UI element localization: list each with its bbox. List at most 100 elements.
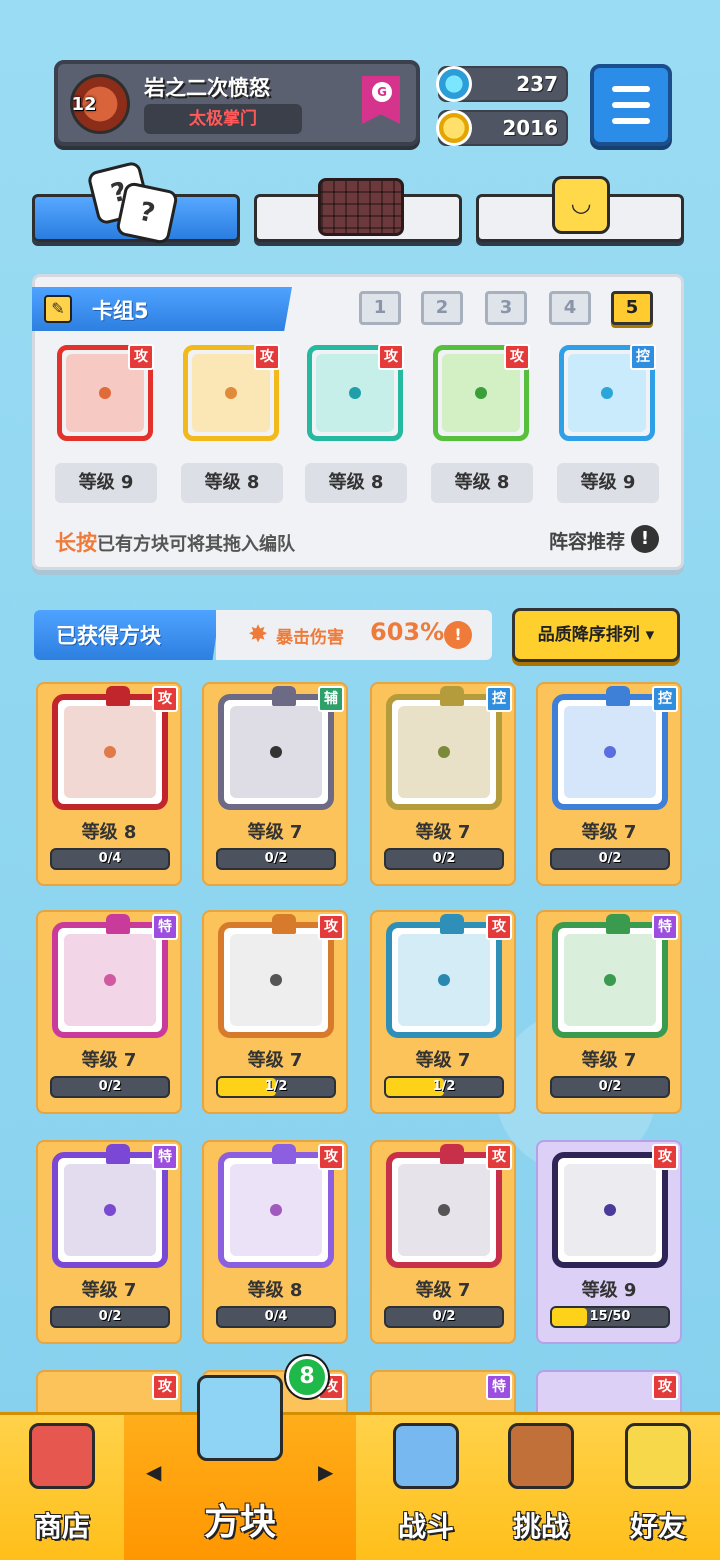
upgrade-progress-text: 0/2	[264, 851, 288, 866]
nav-shop[interactable]: 商店	[0, 1415, 124, 1560]
hint-text: 已有方块可将其拖入编队	[97, 534, 295, 555]
deck-card[interactable]: 攻	[183, 344, 280, 441]
role-tag: 攻	[128, 344, 154, 370]
dragon-crest-icon	[440, 1144, 464, 1164]
nav-challenge-label: 挑战	[512, 1510, 569, 1543]
deck-card[interactable]: 控	[559, 344, 656, 441]
deck-slot-1[interactable]: 1	[359, 291, 401, 325]
cube-art	[386, 1144, 502, 1268]
dragon-crest-icon	[606, 686, 630, 706]
deck-card-level: 等级 8	[181, 463, 283, 503]
upgrade-progress-bar: 0/2	[216, 848, 336, 870]
role-tag: 辅	[318, 686, 344, 712]
cube-art	[552, 1152, 668, 1268]
crit-damage-panel: ✸ 暴击伤害 603% !	[216, 610, 492, 660]
upgrade-progress-text: 0/4	[98, 851, 122, 866]
dragon-crest-icon	[272, 914, 296, 934]
cube-card[interactable]: 攻等级 8 0/4	[202, 1140, 348, 1344]
new-cubes-badge: 8	[286, 1356, 328, 1398]
cube-level: 等级 7	[415, 822, 471, 843]
nav-battle[interactable]: 战斗	[366, 1415, 486, 1560]
player-title: 太极掌门	[144, 104, 302, 134]
nav-friends[interactable]: 好友	[596, 1415, 720, 1560]
role-tag: 攻	[652, 1374, 678, 1400]
upgrade-progress-bar: 0/4	[50, 848, 170, 870]
cube-level: 等级 7	[415, 1280, 471, 1301]
cube-pip-icon	[475, 387, 487, 399]
role-tag: 攻	[378, 344, 404, 370]
cube-card[interactable]: 攻等级 7 1/2	[370, 910, 516, 1114]
cube-art-inner	[398, 1164, 490, 1256]
cube-pip-icon	[349, 387, 361, 399]
cube-level: 等级 7	[581, 1050, 637, 1071]
cube-card[interactable]: 攻等级 7 1/2	[202, 910, 348, 1114]
crit-burst-icon: ✸	[248, 620, 269, 648]
acquired-header: 已获得方块	[34, 610, 220, 660]
cube-level: 等级 8	[247, 1280, 303, 1301]
cube-card[interactable]: 控等级 7 0/2	[536, 682, 682, 886]
nav-challenge[interactable]: 挑战	[486, 1415, 596, 1560]
menu-icon-line	[612, 118, 650, 124]
deck-slot-5[interactable]: 5	[611, 291, 653, 325]
cube-art	[386, 914, 502, 1038]
deck-card[interactable]: 攻	[307, 344, 404, 441]
cube-pip-icon	[104, 974, 116, 986]
info-icon[interactable]: !	[631, 525, 659, 553]
crit-damage-value: 603%	[370, 618, 445, 646]
deck-hint: 长按已有方块可将其拖入编队	[55, 527, 295, 557]
menu-button[interactable]	[590, 64, 672, 146]
smile-icon: ◡	[552, 176, 610, 234]
deck-title: 卡组5	[92, 299, 149, 323]
cube-level: 等级 7	[247, 822, 303, 843]
deck-card[interactable]: 攻	[57, 344, 154, 441]
cube-card[interactable]: 攻等级 9 15/50	[536, 1140, 682, 1344]
deck-slot-4[interactable]: 4	[549, 291, 591, 325]
cube-art	[218, 1144, 334, 1268]
nav-prev-arrow-icon[interactable]: ◀	[146, 1460, 161, 1484]
upgrade-progress-bar: 0/2	[550, 848, 670, 870]
cube-pip-icon	[99, 387, 111, 399]
upgrade-progress-bar: 15/50	[550, 1306, 670, 1328]
cube-card[interactable]: 攻等级 8 0/4	[36, 682, 182, 886]
upgrade-progress-text: 1/2	[432, 1079, 456, 1094]
crit-info-icon[interactable]: !	[444, 621, 472, 649]
upgrade-progress-text: 1/2	[264, 1079, 288, 1094]
role-tag: 攻	[254, 344, 280, 370]
lineup-recommend-button[interactable]: 阵容推荐	[549, 527, 625, 554]
role-tag: 特	[652, 914, 678, 940]
cube-card[interactable]: 攻等级 7 0/2	[370, 1140, 516, 1344]
pencil-icon[interactable]: ✎	[44, 295, 72, 323]
coin-icon	[436, 110, 472, 146]
role-tag: 攻	[652, 1144, 678, 1170]
cube-pip-icon	[270, 746, 282, 758]
deck-card[interactable]: 攻	[433, 344, 530, 441]
upgrade-progress-text: 0/2	[432, 851, 456, 866]
cube-card[interactable]: 特等级 7 0/2	[36, 1140, 182, 1344]
upgrade-progress-text: 0/2	[98, 1309, 122, 1324]
cube-level: 等级 7	[415, 1050, 471, 1071]
cube-art	[552, 686, 668, 810]
dice-icon: ?	[114, 180, 180, 246]
player-profile-card[interactable]: 12 岩之二次愤怒 太极掌门 G	[54, 60, 420, 146]
cube-card[interactable]: 特等级 7 0/2	[536, 910, 682, 1114]
cube-pip-icon	[270, 974, 282, 986]
menu-icon	[612, 86, 650, 92]
mystery-cube-icon	[197, 1375, 283, 1461]
nav-cubes[interactable]: 方块	[124, 1375, 356, 1560]
cube-pip-icon	[270, 1204, 282, 1216]
coin-counter[interactable]: 2016	[436, 110, 568, 146]
role-tag: 特	[486, 1374, 512, 1400]
upgrade-progress-bar: 0/2	[50, 1076, 170, 1098]
menu-icon-line	[612, 102, 650, 108]
dragon-crest-icon	[272, 686, 296, 706]
gem-counter[interactable]: 237	[436, 66, 568, 102]
cube-card[interactable]: 控等级 7 0/2	[370, 682, 516, 886]
cube-card[interactable]: 特等级 7 0/2	[36, 910, 182, 1114]
deck-slot-2[interactable]: 2	[421, 291, 463, 325]
upgrade-progress-bar: 0/4	[216, 1306, 336, 1328]
sort-dropdown[interactable]: 品质降序排列 ▾	[512, 608, 680, 662]
cube-pip-icon	[604, 746, 616, 758]
deck-slot-3[interactable]: 3	[485, 291, 527, 325]
cube-card[interactable]: 辅等级 7 0/2	[202, 682, 348, 886]
nav-next-arrow-icon[interactable]: ▶	[318, 1460, 333, 1484]
